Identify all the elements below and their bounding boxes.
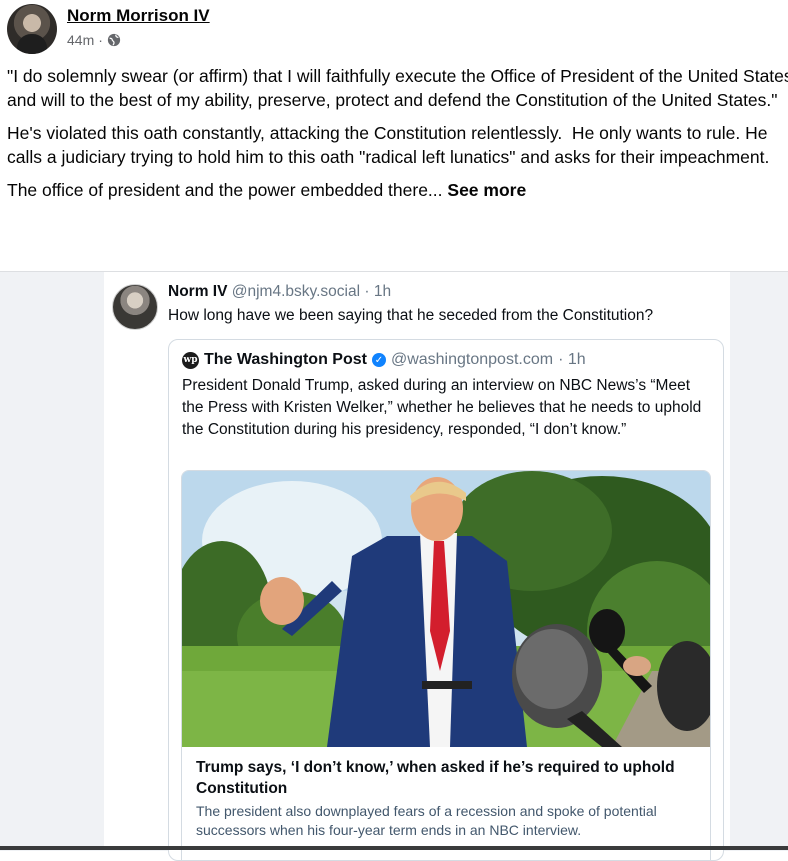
see-more-link[interactable]: See more — [447, 180, 526, 200]
quoted-post-header: wp The Washington Post ✓ @washingtonpost… — [182, 351, 586, 369]
post-body: "I do solemnly swear (or affirm) that I … — [7, 64, 788, 211]
truncated-text: The office of president and the power em… — [7, 180, 443, 200]
quoted-post-text: President Donald Trump, asked during an … — [182, 377, 702, 438]
bluesky-post-text: How long have we been saying that he sec… — [168, 307, 654, 324]
post-paragraph: He's violated this oath constantly, atta… — [7, 123, 773, 167]
post-meta: 44m · — [67, 32, 121, 48]
news-photo — [182, 471, 710, 747]
verified-badge-icon: ✓ — [371, 353, 386, 367]
washington-post-logo-icon: wp — [182, 351, 199, 369]
post-paragraph: "I do solemnly swear (or affirm) that I … — [7, 66, 788, 110]
bluesky-time: · 1h — [364, 283, 392, 300]
bluesky-post-header: Norm IV @njm4.bsky.social · 1h — [168, 283, 391, 301]
author-name[interactable]: Norm Morrison IV — [67, 6, 210, 26]
globe-icon[interactable] — [107, 33, 121, 47]
link-title[interactable]: Trump says, ‘I don’t know,’ when asked i… — [196, 757, 696, 799]
link-preview-card: Trump says, ‘I don’t know,’ when asked i… — [181, 470, 711, 860]
author-avatar[interactable] — [7, 4, 57, 54]
bottom-divider — [0, 846, 788, 850]
post-paragraph-truncated: The office of president and the power em… — [7, 178, 788, 202]
bluesky-handle: @njm4.bsky.social — [231, 283, 361, 300]
link-description: The president also downplayed fears of a… — [196, 803, 657, 838]
quoted-post-handle: @washingtonpost.com — [390, 351, 554, 368]
meta-separator: · — [98, 32, 103, 48]
post-time[interactable]: 44m — [67, 32, 94, 48]
bluesky-name: Norm IV — [168, 283, 228, 300]
quoted-post-time: · 1h — [558, 351, 586, 368]
bluesky-avatar — [112, 284, 158, 330]
quoted-post-name: The Washington Post — [204, 351, 367, 368]
quoted-post: wp The Washington Post ✓ @washingtonpost… — [168, 339, 724, 861]
post-header: Norm Morrison IV 44m · — [7, 4, 777, 54]
